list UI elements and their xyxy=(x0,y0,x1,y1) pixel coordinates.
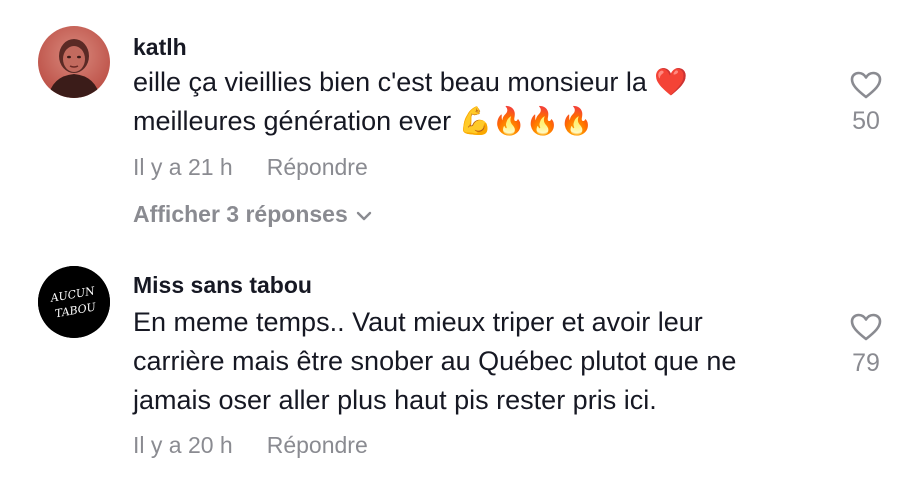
comment-meta: Il y a 21 h Répondre xyxy=(133,154,368,181)
comment-text-line: carrière mais être snober au Québec plut… xyxy=(133,346,737,376)
comment-meta: Il y a 20 h Répondre xyxy=(133,432,368,459)
avatar[interactable] xyxy=(38,26,110,98)
comment-timestamp: Il y a 20 h xyxy=(133,432,233,458)
aucun-tabou-logo-icon: AUCUN TABOU xyxy=(38,266,110,338)
profile-photo-icon xyxy=(38,26,110,98)
comment-item: AUCUN TABOU Miss sans tabou En meme temp… xyxy=(0,240,906,478)
chevron-down-icon xyxy=(356,211,371,221)
reply-button[interactable]: Répondre xyxy=(267,432,368,458)
heart-outline-icon xyxy=(850,71,882,99)
comment-text-line: jamais oser aller plus haut pis rester p… xyxy=(133,385,657,415)
comment-username[interactable]: Miss sans tabou xyxy=(133,272,312,299)
reply-button[interactable]: Répondre xyxy=(267,154,368,180)
comment-timestamp: Il y a 21 h xyxy=(133,154,233,180)
heart-outline-icon xyxy=(850,313,882,341)
comment-item: katlh eille ça vieillies bien c'est beau… xyxy=(0,0,906,240)
comment-text-line: En meme temps.. Vaut mieux triper et avo… xyxy=(133,307,703,337)
like-button[interactable]: 79 xyxy=(836,312,896,378)
like-button[interactable]: 50 xyxy=(836,70,896,136)
comment-text-line: eille ça vieillies bien c'est beau monsi… xyxy=(133,67,689,97)
like-count: 50 xyxy=(852,107,880,135)
comment-username[interactable]: katlh xyxy=(133,34,187,61)
comment-text-line: meilleures génération ever 💪🔥🔥🔥 xyxy=(133,106,594,136)
comment-text: eille ça vieillies bien c'est beau monsi… xyxy=(133,63,823,141)
avatar[interactable]: AUCUN TABOU xyxy=(38,266,110,338)
like-count: 79 xyxy=(852,349,880,377)
view-replies-button[interactable]: Afficher 3 réponses xyxy=(133,201,372,228)
comment-text: En meme temps.. Vaut mieux triper et avo… xyxy=(133,303,823,420)
view-replies-label: Afficher 3 réponses xyxy=(133,201,348,227)
